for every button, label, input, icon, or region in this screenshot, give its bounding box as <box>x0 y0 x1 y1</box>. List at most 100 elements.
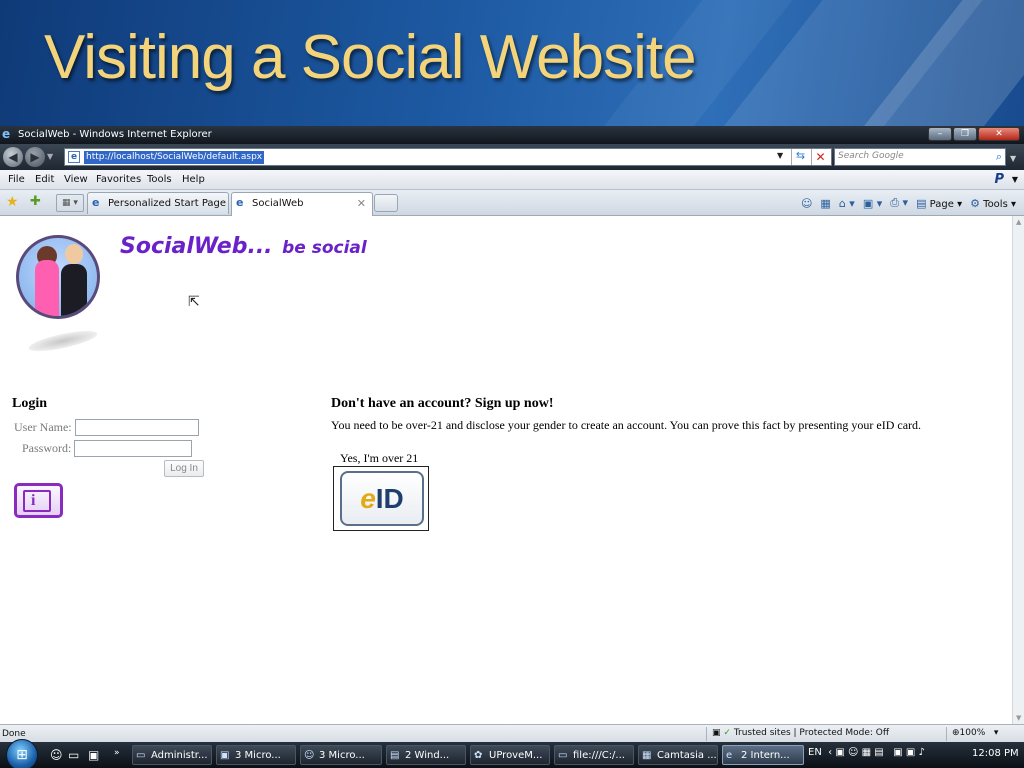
search-provider-dropdown-icon[interactable]: ▼ <box>1010 154 1016 163</box>
refresh-icon[interactable]: ⇆ <box>791 149 809 165</box>
camtasia-icon: ▦ <box>642 750 652 761</box>
information-card-button[interactable]: i <box>14 483 63 518</box>
scroll-up-icon[interactable]: ▲ <box>1016 218 1021 226</box>
menu-tools[interactable]: Tools <box>147 174 172 185</box>
taskbar-item-label: 3 Micro... <box>235 750 281 761</box>
window-title: SocialWeb - Windows Internet Explorer <box>18 129 212 140</box>
close-window-button[interactable]: ✕ <box>978 127 1020 141</box>
print-icon[interactable]: ⎙ ▾ <box>890 196 908 210</box>
system-tray[interactable]: EN ‹ ▣ ☺ ▦ ▤ ▣ ▣ ♪ <box>808 747 925 758</box>
windows-orb-icon[interactable]: ⊞ <box>6 739 38 768</box>
close-tab-icon[interactable]: ✕ <box>357 197 366 210</box>
folder-icon: ▤ <box>390 750 400 761</box>
minimize-button[interactable]: – <box>928 127 952 141</box>
command-bar: ☺ ▦ ⌂ ▾ ▣ ▾ ⎙ ▾ ▤ Page ▾ ⚙ Tools ▾ <box>801 196 1016 210</box>
taskbar-item[interactable]: ✿ UProveM... <box>470 745 550 765</box>
signup-heading: Don't have an account? Sign up now! <box>331 396 554 411</box>
over21-label: Yes, I'm over 21 <box>340 451 419 465</box>
new-tab-button[interactable] <box>374 194 398 212</box>
security-zone[interactable]: ▣ ✓ Trusted sites | Protected Mode: Off <box>712 728 889 738</box>
menu-view[interactable]: View <box>64 174 88 185</box>
address-input[interactable]: e http://localhost/SocialWeb/default.asp… <box>64 148 832 166</box>
messenger-icon: ☺ <box>304 750 315 761</box>
window-controls: – ❐ ✕ <box>928 127 1020 141</box>
login-button[interactable]: Log In <box>164 460 204 477</box>
search-placeholder: Search Google <box>838 151 904 161</box>
socialweb-logo <box>16 235 100 319</box>
taskbar-clock[interactable]: 12:08 PM <box>972 748 1019 759</box>
zoom-control[interactable]: ⊕100% ▾ <box>952 728 998 738</box>
favorites-star-icon[interactable]: ★ <box>6 194 19 210</box>
taskbar-item[interactable]: ☺ 3 Micro... <box>300 745 382 765</box>
menu-help[interactable]: Help <box>182 174 205 185</box>
tab-personalized-start-page[interactable]: e Personalized Start Page <box>87 192 229 214</box>
quicklaunch-icon[interactable]: ☺ <box>50 748 63 762</box>
tab-socialweb[interactable]: e SocialWeb ✕ <box>231 192 373 216</box>
address-url[interactable]: http://localhost/SocialWeb/default.aspx <box>84 151 265 164</box>
quicklaunch-more-icon[interactable]: » <box>114 748 120 758</box>
feeds-icon[interactable]: ▣ ▾ <box>863 197 882 210</box>
tools-menu-label: Tools <box>983 198 1008 210</box>
tab-label: SocialWeb <box>252 198 304 209</box>
messenger-icon[interactable]: ☺ <box>801 197 812 210</box>
forward-arrow-icon[interactable]: ▶ <box>25 147 45 167</box>
quicklaunch-icon[interactable]: ▭ <box>68 748 79 762</box>
taskbar-item-label: Administr... <box>151 750 208 761</box>
stop-icon[interactable]: ✕ <box>811 149 829 165</box>
taskbar-item-active[interactable]: e 2 Intern... <box>722 745 804 765</box>
cmd-icon: ▭ <box>136 750 146 761</box>
ie-window: e SocialWeb - Windows Internet Explorer … <box>0 126 1024 742</box>
paypal-icon[interactable]: P <box>994 172 1004 187</box>
menu-edit[interactable]: Edit <box>35 174 54 185</box>
page-content: SocialWeb... be social ⇱ Login User Name… <box>0 216 1012 724</box>
brand-name: SocialWeb... <box>120 234 273 259</box>
history-dropdown-icon[interactable]: ▼ <box>47 152 53 161</box>
status-bar: Done ▣ ✓ Trusted sites | Protected Mode:… <box>0 724 1024 742</box>
page-menu[interactable]: ▤ Page ▾ <box>916 197 962 210</box>
password-input[interactable] <box>74 440 192 457</box>
zoom-level: 100% <box>959 728 986 738</box>
tab-bar: ★ ✚ ▦ ▾ e Personalized Start Page e Soci… <box>0 190 1024 216</box>
grid-icon[interactable]: ▦ <box>820 197 830 210</box>
taskbar-item-label: file:///C:/... <box>573 750 625 761</box>
logo-figure <box>65 244 83 264</box>
taskbar-item[interactable]: ▤ 2 Wind... <box>386 745 466 765</box>
cmd-icon: ▭ <box>558 750 568 761</box>
mouse-cursor-icon: ⇱ <box>188 294 200 310</box>
tools-menu[interactable]: ⚙ Tools ▾ <box>970 197 1016 210</box>
login-heading: Login <box>12 396 48 411</box>
status-text: Done <box>2 729 26 739</box>
language-indicator[interactable]: EN <box>808 747 822 758</box>
tab-favicon-icon: e <box>236 196 244 209</box>
address-dropdown-icon[interactable]: ▼ <box>777 151 783 160</box>
taskbar-item[interactable]: ▭ file:///C:/... <box>554 745 634 765</box>
add-favorite-icon[interactable]: ✚ <box>30 194 41 209</box>
menu-favorites[interactable]: Favorites <box>96 174 141 185</box>
taskbar-item-label: 2 Wind... <box>405 750 450 761</box>
taskbar-item[interactable]: ▭ Administr... <box>132 745 212 765</box>
security-zone-label: Trusted sites | Protected Mode: Off <box>733 728 890 738</box>
menu-file[interactable]: File <box>8 174 25 185</box>
search-input[interactable]: Search Google ⌕ <box>834 148 1006 166</box>
tab-list-icon[interactable]: ▦ ▾ <box>56 194 84 212</box>
back-arrow-icon[interactable]: ◀ <box>3 147 23 167</box>
tab-label: Personalized Start Page <box>108 198 227 209</box>
scroll-down-icon[interactable]: ▼ <box>1016 714 1021 722</box>
windows-taskbar: ⊞ ☺ ▭ ▣ » ▭ Administr... ▣ 3 Micro... ☺ 3 M… <box>0 739 1024 768</box>
home-icon[interactable]: ⌂ ▾ <box>839 197 855 210</box>
taskbar-item[interactable]: ▦ Camtasia ... <box>638 745 718 765</box>
ie-icon: e <box>2 127 11 141</box>
username-input[interactable] <box>75 419 199 436</box>
tools-gear-icon: ⚙ <box>970 196 980 210</box>
vertical-scrollbar[interactable]: ▲ ▼ <box>1012 216 1024 724</box>
paypal-dropdown-icon[interactable]: ▼ <box>1012 175 1018 184</box>
page-favicon-icon: e <box>68 151 80 163</box>
eid-card-button[interactable]: eID <box>333 466 429 531</box>
window-titlebar[interactable]: e SocialWeb - Windows Internet Explorer … <box>0 126 1024 144</box>
search-icon[interactable]: ⌕ <box>996 150 1002 164</box>
taskbar-item[interactable]: ▣ 3 Micro... <box>216 745 296 765</box>
slide-title: Visiting a Social Website <box>44 23 697 92</box>
maximize-button[interactable]: ❐ <box>953 127 977 141</box>
quicklaunch-icon[interactable]: ▣ <box>88 748 99 762</box>
status-divider <box>706 727 707 741</box>
